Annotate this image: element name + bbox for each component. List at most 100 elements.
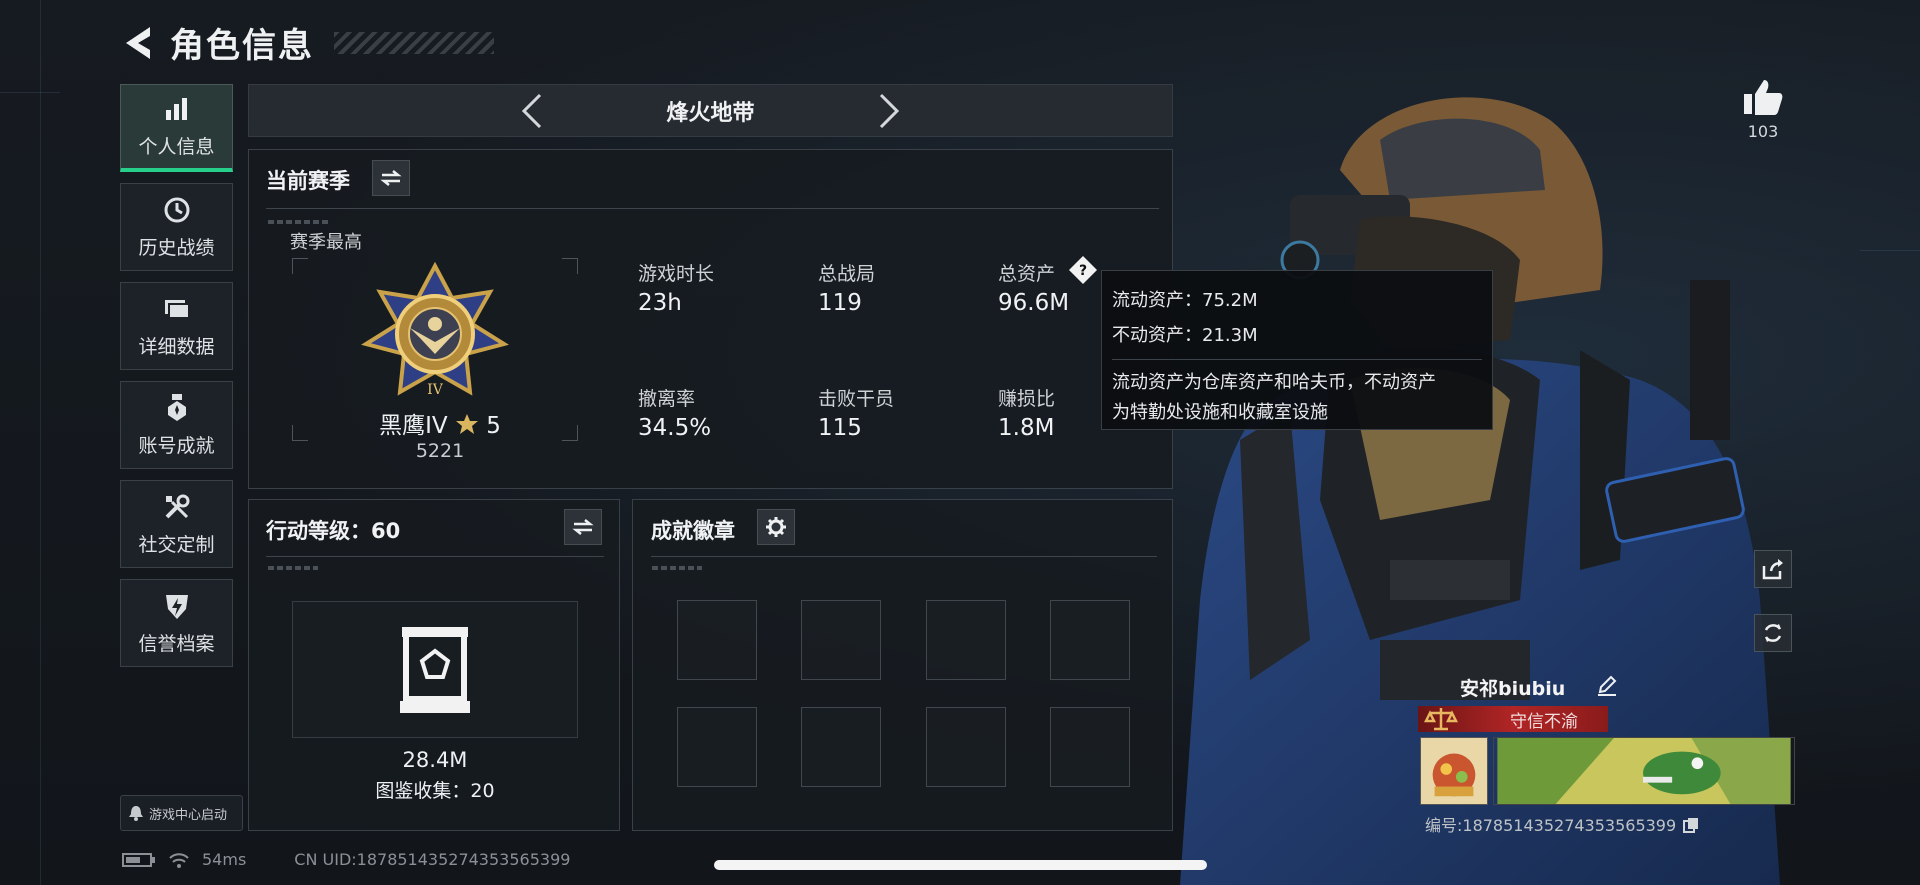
sidebar-item-label: 历史战绩: [138, 236, 215, 259]
season-name: 烽火地带: [666, 100, 755, 126]
assets-tooltip: 流动资产：75.2M 不动资产：21.3M 流动资产为仓库资产和哈夫币，不动资产…: [1101, 270, 1493, 430]
swap-arrows-icon: [572, 519, 594, 535]
chevron-left-icon[interactable]: [518, 91, 546, 131]
medal-icon: [167, 393, 186, 421]
badge-settings-button[interactable]: [757, 509, 795, 545]
decor-line: [0, 92, 60, 93]
switch-level-button[interactable]: [564, 509, 602, 545]
sidebar: 个人信息 历史战绩 详细数据 账号成就 社交定制 信誉档案: [120, 84, 233, 678]
sidebar-item-achievements[interactable]: 账号成就: [120, 381, 233, 469]
history-clock-icon: [164, 197, 189, 222]
sidebar-item-detailed-data[interactable]: 详细数据: [120, 282, 233, 370]
decor-line: [40, 0, 41, 885]
copy-icon[interactable]: [1683, 817, 1699, 833]
stat-value-operators-killed: 115: [818, 415, 862, 441]
swap-arrows-icon: [380, 170, 402, 186]
achievements-title: 成就徽章: [651, 519, 735, 543]
share-icon: [1762, 559, 1783, 580]
ping-value: 54ms: [202, 850, 247, 869]
rank-name: 黑鹰IV: [379, 413, 448, 439]
rank-score: 5221: [415, 440, 465, 462]
badge-slot[interactable]: [1050, 707, 1130, 787]
shield-lightning-icon: [165, 594, 188, 619]
decor-line: [1860, 250, 1920, 251]
game-center-launch[interactable]: 游戏中心启动: [120, 795, 243, 831]
stat-label-playtime: 游戏时长: [638, 263, 715, 285]
player-banner: [1493, 737, 1795, 805]
stat-value-total-matches: 119: [818, 290, 862, 316]
badge-slot[interactable]: [677, 600, 757, 680]
launch-label: 游戏中心启动: [149, 807, 228, 823]
sidebar-item-label: 信誉档案: [138, 632, 215, 655]
battery-icon: [122, 852, 155, 867]
divider: [651, 556, 1157, 557]
stat-label-total-matches: 总战局: [818, 263, 876, 285]
stat-value-profit-ratio: 1.8M: [998, 415, 1055, 441]
folder-icon: [164, 299, 190, 319]
page-header: 角色信息: [120, 18, 494, 67]
tooltip-desc-line-2: 为特勤处设施和收藏室设施: [1112, 402, 1328, 423]
collection-count: 图鉴收集：20: [375, 780, 495, 802]
stat-label-operators-killed: 击败干员: [818, 388, 895, 410]
action-level-value: 28.4M: [402, 748, 468, 772]
share-button[interactable]: [1754, 550, 1792, 588]
badge-slot[interactable]: [926, 600, 1006, 680]
home-indicator[interactable]: [714, 860, 1207, 870]
season-switcher: 烽火地带: [248, 84, 1173, 137]
bar-chart-icon: [165, 98, 187, 120]
wifi-icon: [169, 852, 189, 868]
tooltip-liquid-assets: 流动资产：75.2M: [1112, 290, 1258, 311]
badge-slot[interactable]: [677, 707, 757, 787]
decor-text: [268, 566, 318, 570]
divider: [266, 208, 1159, 209]
like-count: 103: [1747, 122, 1779, 141]
player-name: 安祁biubiu: [1460, 678, 1566, 700]
back-arrow-icon[interactable]: [120, 23, 156, 63]
chevron-right-icon[interactable]: [875, 91, 903, 131]
sidebar-item-personal-info[interactable]: 个人信息: [120, 84, 233, 172]
scale-emblem-icon: [1424, 708, 1458, 731]
divider: [266, 556, 604, 557]
uid-text: CN UID:187851435274353565399: [294, 850, 571, 869]
gear-icon: [766, 517, 786, 537]
wrench-screwdriver-icon: [165, 494, 189, 518]
like-button[interactable]: 103: [1740, 78, 1786, 141]
svg-text:IV: IV: [427, 382, 444, 398]
help-question-icon[interactable]: ?: [1068, 255, 1098, 285]
collection-case-icon: [400, 627, 470, 713]
player-id: 编号:1878514352743535653​99: [1425, 812, 1699, 836]
thumbs-up-icon: [1744, 80, 1783, 115]
svg-text:?: ?: [1079, 263, 1087, 279]
badge-slot[interactable]: [801, 707, 881, 787]
refresh-icon: [1764, 624, 1782, 642]
sidebar-item-social-custom[interactable]: 社交定制: [120, 480, 233, 568]
status-bar: 54ms CN UID:187851435274353565399: [122, 850, 570, 869]
rank-emblem-icon: IV: [361, 262, 509, 398]
edit-pencil-icon[interactable]: [1596, 674, 1618, 696]
stat-value-playtime: 23h: [638, 290, 682, 316]
stat-label-extract-rate: 撤离率: [638, 388, 696, 410]
season-best-label: 赛季最高: [290, 232, 362, 253]
stat-value-total-assets: 96.6M: [998, 290, 1070, 316]
tooltip-fixed-assets: 不动资产：21.3M: [1112, 325, 1258, 346]
sidebar-item-history[interactable]: 历史战绩: [120, 183, 233, 271]
bell-icon: [129, 806, 143, 821]
refresh-button[interactable]: [1754, 614, 1792, 652]
badge-slot[interactable]: [926, 707, 1006, 787]
sidebar-item-label: 账号成就: [138, 434, 215, 457]
page-title: 角色信息: [170, 26, 314, 66]
stat-label-profit-ratio: 赚损比: [998, 388, 1056, 410]
badge-slot[interactable]: [801, 600, 881, 680]
sidebar-item-credit-record[interactable]: 信誉档案: [120, 579, 233, 667]
player-title-badge: 守信不渝: [1418, 706, 1608, 732]
sidebar-item-label: 社交定制: [138, 533, 215, 556]
switch-season-button[interactable]: [372, 160, 410, 196]
title-decor: [334, 31, 494, 54]
tooltip-desc-line-1: 流动资产为仓库资产和哈夫币，不动资产: [1112, 372, 1436, 393]
rank-name-row: 黑鹰IV 5: [340, 406, 540, 440]
decor-text: [268, 220, 328, 224]
player-avatar[interactable]: [1420, 737, 1488, 805]
decor-text: [652, 566, 702, 570]
rank-stars: 5: [486, 413, 501, 439]
badge-slot[interactable]: [1050, 600, 1130, 680]
